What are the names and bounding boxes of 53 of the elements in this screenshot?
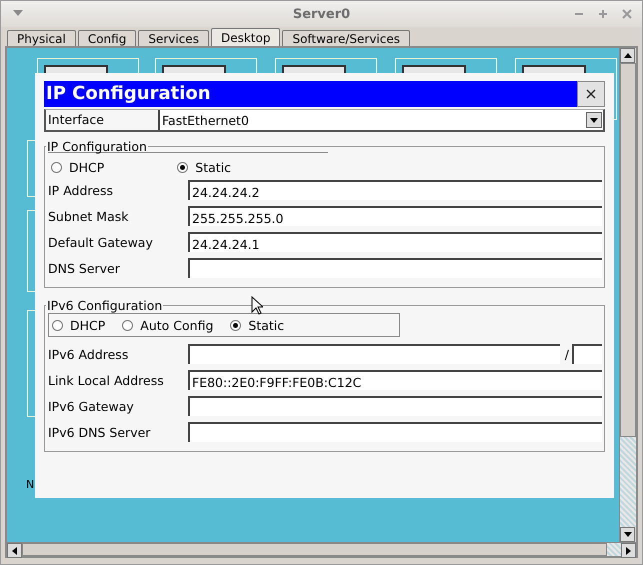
field-label: IPv6 Address: [48, 346, 130, 362]
group-title: IPv6 Configuration: [46, 298, 164, 313]
radio-button[interactable]: [51, 162, 62, 172]
input-field[interactable]: 24.24.24.2: [188, 180, 602, 200]
scroll-up-icon[interactable]: [624, 53, 632, 58]
input-field[interactable]: [188, 258, 602, 278]
radio-option[interactable]: DHCP: [49, 318, 106, 332]
scroll-right-icon[interactable]: [626, 546, 631, 554]
field-label: IPv6 Gateway: [48, 398, 135, 414]
tab[interactable]: Config: [78, 30, 136, 46]
scrollbar-thumb[interactable]: [620, 63, 636, 437]
window-title: Server0: [292, 6, 350, 22]
field-label: DNS Server: [48, 260, 121, 276]
close-button[interactable]: [577, 81, 605, 107]
tab[interactable]: Services: [138, 30, 209, 46]
field-label: Subnet Mask: [48, 208, 130, 224]
close-icon[interactable]: [622, 9, 632, 19]
radio-button[interactable]: [230, 320, 242, 330]
field-label: IPv6 DNS Server: [48, 424, 152, 440]
close-icon: [586, 89, 596, 99]
field-label: IP Address: [48, 182, 114, 198]
dialog-title: IP Configuration: [44, 81, 577, 107]
maximize-icon[interactable]: [598, 9, 608, 19]
tab[interactable]: Software/Services: [282, 30, 410, 46]
radio-option[interactable]: Static: [227, 318, 284, 332]
radio-button[interactable]: [122, 320, 134, 330]
radio-button[interactable]: [177, 162, 188, 172]
field-label: Link Local Address: [48, 372, 165, 388]
input-field[interactable]: [188, 344, 560, 364]
menu-icon[interactable]: [13, 10, 23, 16]
tab[interactable]: Desktop: [210, 28, 280, 46]
separator: /: [564, 346, 569, 362]
input-field[interactable]: 24.24.24.1: [188, 232, 602, 252]
interface-dropdown[interactable]: FastEthernet0: [158, 110, 603, 130]
input-field[interactable]: [188, 396, 602, 416]
radio-option[interactable]: DHCP: [48, 160, 104, 174]
input-field[interactable]: [188, 422, 602, 442]
group-title: IP Configuration: [46, 139, 148, 154]
cursor-icon: [251, 296, 263, 315]
tab[interactable]: Physical: [7, 30, 76, 46]
radio-option[interactable]: Auto Config: [119, 318, 214, 332]
vertical-scrollbar[interactable]: [619, 48, 636, 542]
field-label: Interface: [46, 110, 158, 130]
prefix-field[interactable]: [572, 344, 602, 364]
radio-option[interactable]: Static: [174, 160, 232, 174]
input-field[interactable]: 255.255.255.0: [188, 206, 602, 226]
scroll-down-icon[interactable]: [624, 532, 632, 537]
field-label: Default Gateway: [48, 234, 154, 250]
scroll-left-icon[interactable]: [12, 546, 17, 554]
radio-button[interactable]: [52, 320, 63, 330]
dropdown-arrow-icon: [590, 118, 598, 122]
app-label: N: [26, 478, 34, 491]
input-field[interactable]: FE80::2E0:F9FF:FE0B:C12C: [188, 370, 602, 390]
